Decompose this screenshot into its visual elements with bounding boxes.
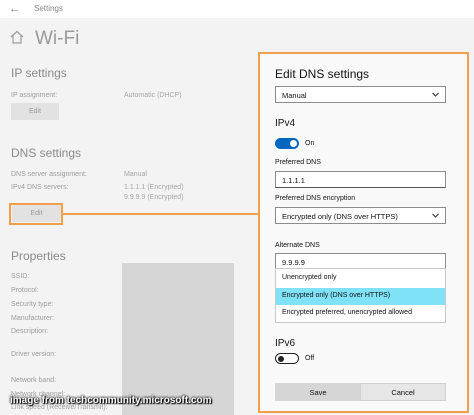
property-label: Security type: bbox=[11, 301, 54, 308]
title-bar: ← Settings bbox=[0, 0, 474, 18]
encryption-option[interactable]: Unencrypted only bbox=[276, 270, 445, 287]
preferred-dns-label: Preferred DNS bbox=[275, 159, 321, 166]
property-label: Network band: bbox=[11, 377, 57, 384]
encryption-option-label: Unencrypted only bbox=[282, 274, 337, 281]
property-label: SSID: bbox=[11, 273, 30, 280]
save-button[interactable]: Save bbox=[275, 383, 361, 401]
ipv4-toggle-state: On bbox=[305, 140, 315, 147]
home-icon[interactable] bbox=[10, 30, 24, 49]
property-label: Description: bbox=[11, 328, 48, 335]
alternate-encryption-menu: Unencrypted only Encrypted only (DNS ove… bbox=[275, 268, 446, 323]
dns-assignment-label: DNS server assignment: bbox=[11, 171, 87, 178]
property-label: Manufacturer: bbox=[11, 315, 55, 322]
edit-dns-dialog-highlight: Edit DNS settings Manual IPv4 On Preferr… bbox=[258, 52, 469, 413]
ip-settings-heading: IP settings bbox=[11, 66, 67, 80]
encryption-option-label: Encrypted only (DNS over HTTPS) bbox=[282, 292, 391, 299]
dns-mode-value: Manual bbox=[282, 91, 307, 100]
watermark: image from techcommunity.microsoft.com bbox=[10, 395, 212, 406]
ip-assignment-value: Automatic (DHCP) bbox=[124, 92, 182, 99]
ip-assignment-label: IP assignment: bbox=[11, 92, 58, 99]
properties-heading: Properties bbox=[11, 249, 66, 263]
page-title: Wi-Fi bbox=[35, 28, 80, 49]
ipv4-dns-server-2: 9.9.9.9 (Encrypted) bbox=[124, 194, 184, 201]
encryption-option-selected[interactable]: Encrypted only (DNS over HTTPS) bbox=[276, 288, 445, 305]
properties-values-redacted bbox=[122, 263, 234, 415]
back-arrow-icon[interactable]: ← bbox=[9, 3, 20, 15]
ipv6-toggle[interactable] bbox=[275, 353, 299, 364]
ipv6-toggle-state: Off bbox=[305, 355, 315, 362]
preferred-encryption-value: Encrypted only (DNS over HTTPS) bbox=[282, 212, 398, 221]
ipv4-dns-servers-label: IPv4 DNS servers: bbox=[11, 184, 69, 191]
ipv6-heading: IPv6 bbox=[275, 338, 296, 349]
cancel-button[interactable]: Cancel bbox=[360, 383, 446, 401]
property-label: Protocol: bbox=[11, 287, 39, 294]
ip-edit-button[interactable]: Edit bbox=[11, 103, 59, 120]
ipv4-toggle[interactable] bbox=[275, 138, 299, 149]
encryption-option[interactable]: Encrypted preferred, unencrypted allowed bbox=[276, 305, 445, 322]
preferred-encryption-label: Preferred DNS encryption bbox=[275, 195, 356, 202]
dns-assignment-value: Manual bbox=[124, 171, 147, 178]
property-label: Driver version: bbox=[11, 351, 57, 358]
ipv4-dns-server-1: 1.1.1.1 (Encrypted) bbox=[124, 184, 184, 191]
edit-dns-dialog: Edit DNS settings Manual IPv4 On Preferr… bbox=[260, 54, 467, 411]
dns-settings-heading: DNS settings bbox=[11, 146, 82, 160]
chevron-down-icon bbox=[431, 211, 440, 222]
preferred-dns-value: 1.1.1.1 bbox=[282, 176, 305, 185]
ipv4-heading: IPv4 bbox=[275, 118, 296, 129]
toggle-knob bbox=[278, 355, 284, 362]
chevron-down-icon bbox=[431, 90, 440, 101]
edit-button-highlight bbox=[9, 203, 63, 225]
app-title: Settings bbox=[34, 4, 63, 13]
alternate-dns-label: Alternate DNS bbox=[275, 242, 320, 249]
toggle-knob bbox=[290, 140, 297, 147]
dialog-title: Edit DNS settings bbox=[275, 67, 370, 81]
callout-connector bbox=[63, 213, 258, 215]
preferred-dns-input[interactable]: 1.1.1.1 bbox=[275, 171, 446, 188]
encryption-option-label: Encrypted preferred, unencrypted allowed bbox=[282, 309, 412, 316]
preferred-encryption-dropdown[interactable]: Encrypted only (DNS over HTTPS) bbox=[275, 207, 446, 224]
alternate-dns-value: 9.9.9.9 bbox=[282, 258, 305, 267]
dns-mode-dropdown[interactable]: Manual bbox=[275, 86, 446, 103]
